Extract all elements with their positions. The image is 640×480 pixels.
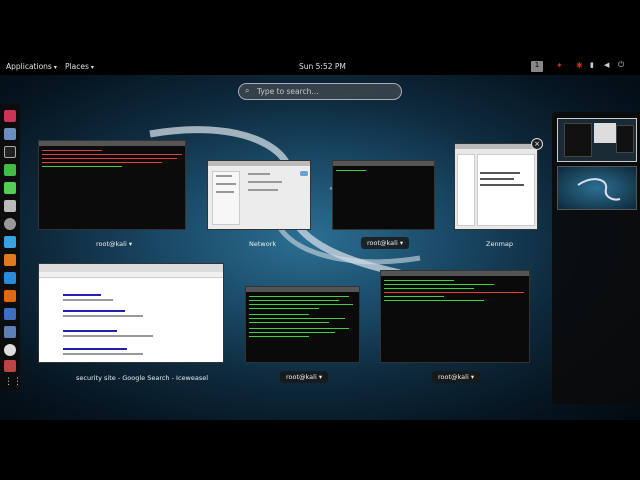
places-menu[interactable]: Places ▾ [65,62,94,71]
terminal-window-thumbnail[interactable] [245,286,360,363]
gear-icon[interactable] [4,218,16,230]
blue-app-icon[interactable] [4,272,16,284]
terminal-window-thumbnail[interactable] [38,140,186,230]
terminal-window-thumbnail[interactable] [380,270,530,363]
window-title-network: Network [249,240,277,248]
clock[interactable]: Sun 5:52 PM [299,62,346,71]
grid-apps-icon[interactable]: ⋮⋮ [4,376,22,388]
window-title-root-kali: root@kali ▾ [361,237,410,249]
search-placeholder: Type to search... [257,87,319,96]
applications-menu[interactable]: Applications ▾ [6,62,57,71]
tools-icon[interactable] [4,200,16,212]
screen: Applications ▾ Places ▾ Sun 5:52 PM 1 ✦ ✱ … [0,0,640,480]
close-icon[interactable]: × [531,138,543,150]
network-window-thumbnail[interactable] [207,160,311,230]
green-app-icon[interactable] [4,182,16,194]
terminal-icon[interactable] [4,146,16,158]
folder-icon[interactable] [4,326,16,338]
workspace-indicator[interactable]: 1 [531,61,543,72]
volume-icon[interactable]: ◀ [604,61,609,69]
green-app-icon[interactable] [4,164,16,176]
dash: ⋮⋮ [0,104,22,390]
notification-icon[interactable]: ✱ [576,61,583,70]
top-bar: Applications ▾ Places ▾ Sun 5:52 PM 1 ✦ ✱ … [0,58,640,75]
window-title-iceweasel: security site - Google Search - Icewease… [76,374,209,382]
signal-icon[interactable]: ▮ [590,61,594,69]
power-icon[interactable]: ⏻ [618,60,624,70]
workspace-1-thumbnail[interactable] [557,118,637,162]
window-title-zenmap: Zenmap [486,240,514,248]
iceweasel-icon[interactable] [4,110,16,122]
zenmap-window-thumbnail[interactable] [454,143,538,230]
network-monitor-icon[interactable]: ✦ [556,61,563,70]
armitage-icon[interactable] [4,344,16,356]
kali-dragon-icon [577,178,621,201]
window-title-root-kali: root@kali ▾ [96,240,133,248]
orange-app-icon[interactable] [4,290,16,302]
workspace-2-thumbnail[interactable] [557,166,637,210]
workspace-switcher [552,112,640,404]
metasploit-icon[interactable] [4,308,16,320]
search-icon: ⌕ [245,86,250,95]
browser-window-thumbnail[interactable] [38,263,224,363]
window-title-root-kali: root@kali ▾ [280,371,329,383]
orange-app-icon[interactable] [4,254,16,266]
search-input[interactable]: ⌕ Type to search... [238,83,402,100]
blue-app-icon[interactable] [4,236,16,248]
window-title-root-kali: root@kali ▾ [432,371,481,383]
terminal-window-thumbnail[interactable] [332,160,435,230]
settings-icon[interactable] [4,360,16,372]
folder-icon[interactable] [4,128,16,140]
